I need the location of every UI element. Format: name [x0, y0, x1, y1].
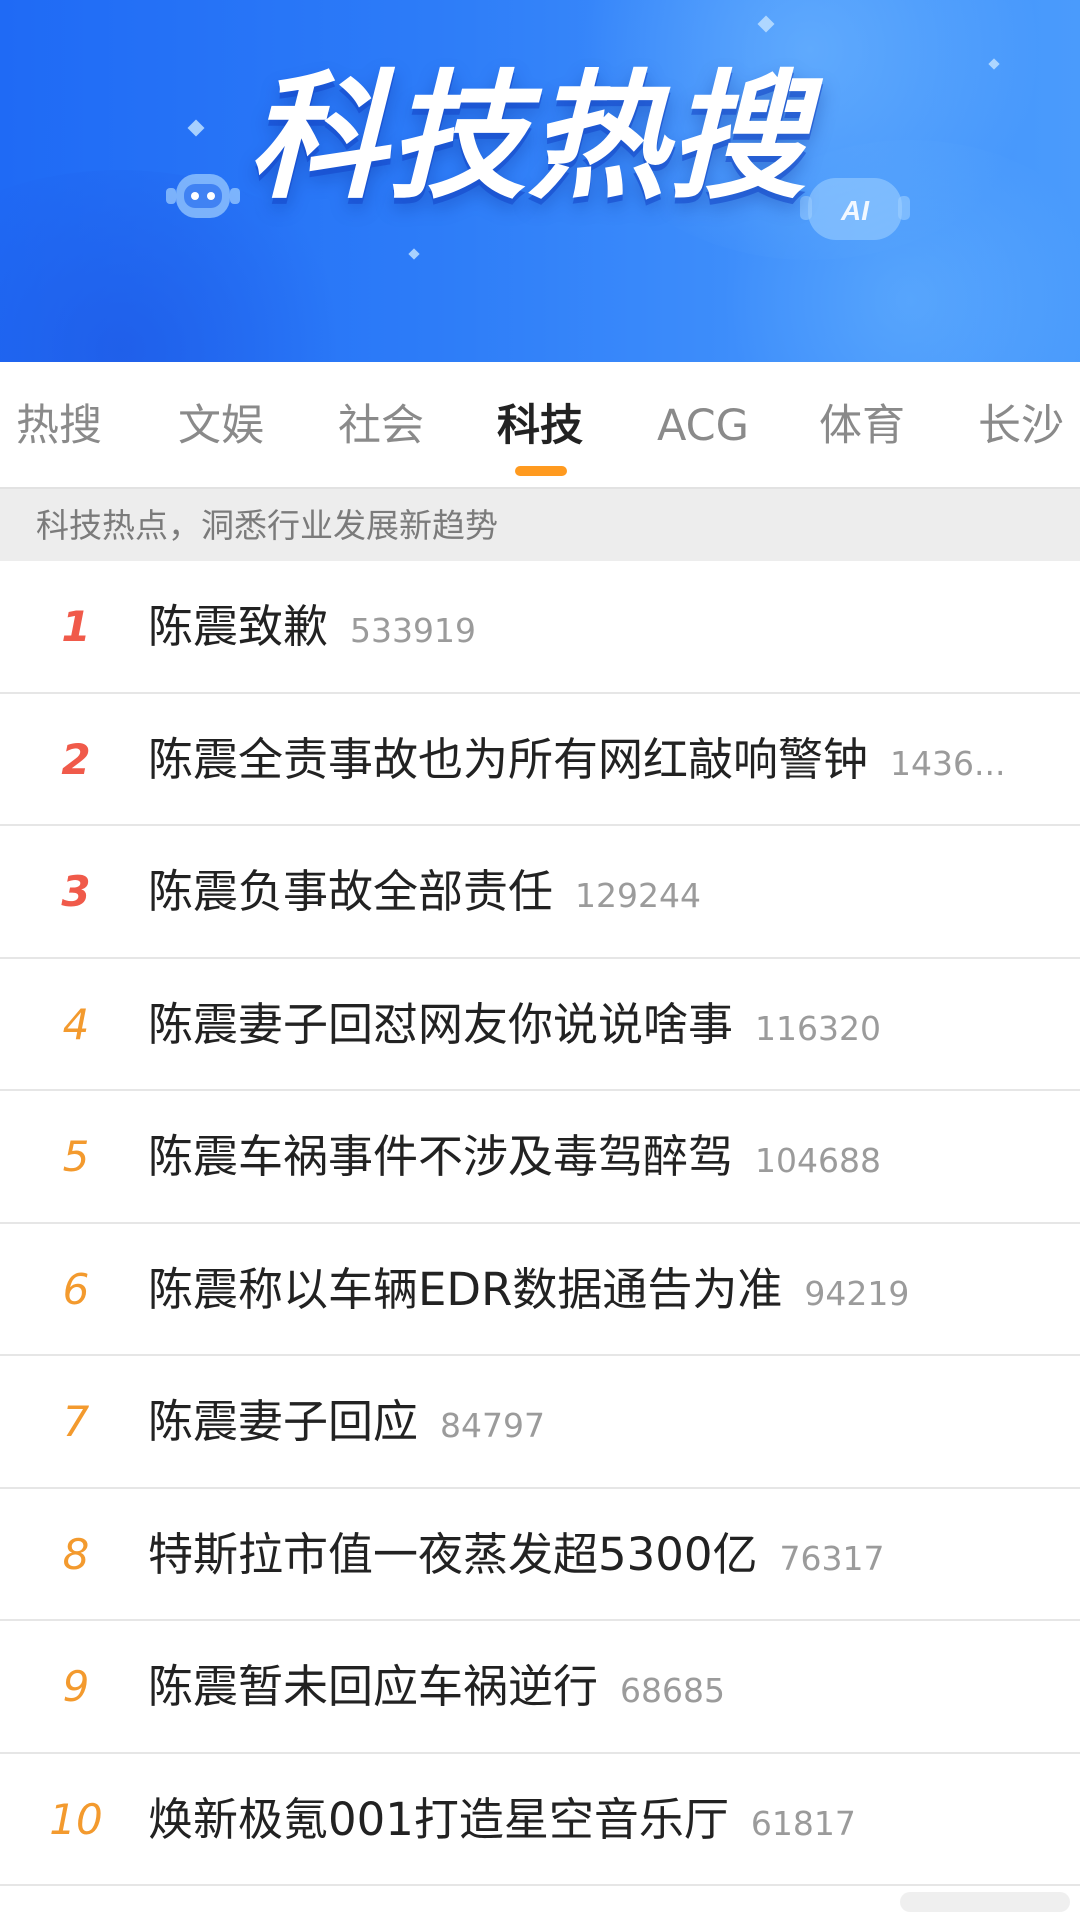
tab-label: 社会: [338, 401, 424, 451]
item-title-text: 特斯拉市值一夜蒸发超5300亿: [148, 1527, 758, 1581]
rank-number: 2: [61, 734, 91, 784]
list-item[interactable]: 2 陈震全责事故也为所有网红敲响警钟 1436...: [0, 693, 1080, 826]
tab-label: 文娱: [178, 401, 264, 451]
list-item[interactable]: 8 特斯拉市值一夜蒸发超5300亿 76317: [0, 1488, 1080, 1621]
item-title: 陈震车祸事件不涉及毒驾醉驾 104688: [148, 1091, 881, 1223]
item-count: 1436...: [890, 743, 1006, 783]
item-title: 陈震妻子回应 84797: [148, 1356, 545, 1488]
item-count: 94219: [804, 1273, 910, 1313]
list-item[interactable]: 10 焕新极氪001打造星空音乐厅 61817: [0, 1753, 1080, 1886]
item-count: 84797: [440, 1406, 545, 1445]
item-title: 陈震妻子回怼网友你说说啥事 116320: [148, 959, 881, 1091]
item-count: 104688: [755, 1141, 881, 1180]
list-item[interactable]: 6 陈震称以车辆EDR数据通告为准 94219: [0, 1223, 1080, 1356]
hot-search-list: 1 陈震致歉 533919 2 陈震全责事故也为所有网红敲响警钟 1436... 3…: [0, 561, 1080, 1886]
item-count: 116320: [755, 1008, 881, 1048]
item-title: 陈震暂未回应车祸逆行 68685: [148, 1621, 725, 1753]
rank-number: 7: [62, 1397, 90, 1446]
rank-number: 4: [62, 999, 90, 1049]
item-title-text: 陈震车祸事件不涉及毒驾醉驾: [148, 1130, 734, 1183]
list-item[interactable]: 3 陈震负事故全部责任 129244: [0, 826, 1080, 959]
active-tab-indicator: [515, 466, 567, 476]
item-title: 陈震全责事故也为所有网红敲响警钟 1436...: [148, 694, 1048, 826]
item-title: 陈震致歉 533919: [148, 561, 476, 693]
list-item[interactable]: 7 陈震妻子回应 84797: [0, 1356, 1080, 1489]
rank-number: 1: [61, 602, 91, 651]
item-title: 陈震称以车辆EDR数据通告为准 94219: [148, 1224, 909, 1356]
item-title-text: 陈震致歉: [148, 600, 329, 653]
item-title: 焕新极氪001打造星空音乐厅 61817: [148, 1754, 856, 1886]
section-subheader: 科技热点，洞悉行业发展新趋势: [0, 487, 1080, 561]
item-title-text: 陈震全责事故也为所有网红敲响警钟: [148, 732, 869, 786]
item-title: 特斯拉市值一夜蒸发超5300亿 76317: [148, 1489, 885, 1621]
tab-label: 长沙: [978, 401, 1064, 451]
item-count: 68685: [620, 1671, 725, 1710]
list-item[interactable]: 5 陈震车祸事件不涉及毒驾醉驾 104688: [0, 1091, 1080, 1224]
tab-label: 科技: [497, 401, 583, 451]
item-title: 陈震负事故全部责任 129244: [148, 826, 701, 958]
rank-number: 6: [62, 1264, 90, 1314]
banner: AI 科技热搜: [0, 0, 1080, 362]
item-count: 533919: [350, 611, 476, 650]
item-title-text: 陈震称以车辆EDR数据通告为准: [148, 1262, 783, 1316]
item-count: 129244: [575, 876, 701, 915]
sparkle-icon: [408, 248, 420, 260]
rank-number: 8: [62, 1529, 90, 1579]
tab-label: 热搜: [16, 401, 102, 451]
list-item[interactable]: 9 陈震暂未回应车祸逆行 68685: [0, 1621, 1080, 1754]
list-item[interactable]: 4 陈震妻子回怼网友你说说啥事 116320: [0, 958, 1080, 1091]
sparkle-icon: [187, 119, 205, 137]
page-title: 科技热搜: [248, 57, 809, 218]
item-title-text: 陈震负事故全部责任: [148, 865, 554, 918]
watermark-logo: [900, 1892, 1070, 1912]
tab-label: ACG: [657, 401, 750, 451]
item-title-text: 陈震妻子回应: [148, 1395, 419, 1448]
item-count: 76317: [779, 1538, 885, 1578]
item-title-text: 陈震暂未回应车祸逆行: [148, 1660, 599, 1713]
item-title-text: 焕新极氪001打造星空音乐厅: [148, 1792, 729, 1846]
rank-number: 5: [62, 1132, 90, 1181]
item-count: 61817: [750, 1803, 856, 1843]
list-item[interactable]: 1 陈震致歉 533919: [0, 561, 1080, 694]
rank-number: 3: [61, 867, 91, 916]
item-title-text: 陈震妻子回怼网友你说说啥事: [148, 997, 734, 1051]
tab-label: 体育: [819, 401, 905, 451]
rank-number: 10: [49, 1794, 103, 1844]
robot-icon: [166, 174, 240, 218]
subheader-text: 科技热点，洞悉行业发展新趋势: [36, 506, 498, 545]
rank-number: 9: [62, 1662, 90, 1711]
